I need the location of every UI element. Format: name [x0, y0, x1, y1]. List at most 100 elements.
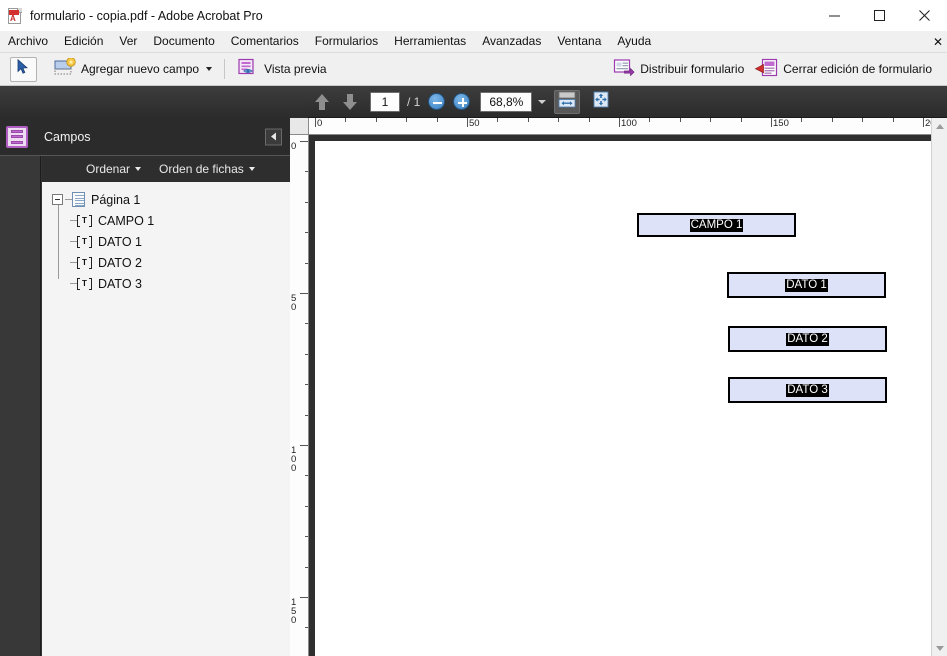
ruler-tick-major: [467, 118, 468, 127]
menu-item-ver[interactable]: Ver: [111, 32, 145, 51]
ruler-tick-minor: [740, 118, 742, 122]
ruler-label: 50: [291, 293, 297, 313]
form-field[interactable]: DATO 1: [727, 272, 886, 298]
fields-panel-title: Campos: [44, 129, 91, 144]
add-new-field-button[interactable]: Agregar nuevo campo: [49, 56, 217, 82]
form-field-label: CAMPO 1: [689, 218, 744, 232]
sort-button[interactable]: Ordenar: [86, 162, 142, 176]
ruler-tick-major: [300, 141, 308, 142]
collapse-node-icon[interactable]: [52, 194, 63, 205]
tree-item-label: DATO 2: [98, 255, 142, 270]
fields-panel-icon: [6, 125, 28, 148]
ruler-tick-minor: [588, 118, 590, 122]
window-controls: [812, 0, 947, 31]
close-form-editing-label: Cerrar edición de formulario: [783, 62, 932, 76]
form-edit-toolbar: Agregar nuevo campo Vista previa Distrib…: [0, 53, 947, 86]
ruler-tick-minor: [558, 118, 560, 122]
tree-item-campo-1[interactable]: T CAMPO 1: [42, 210, 290, 231]
menu-item-herramientas[interactable]: Herramientas: [386, 32, 474, 51]
maximize-button[interactable]: [857, 0, 902, 31]
fit-page-button[interactable]: [588, 90, 614, 114]
fit-width-button[interactable]: [554, 89, 581, 114]
menu-item-edicion[interactable]: Edición: [56, 32, 111, 51]
distribute-form-icon: [613, 58, 635, 81]
ruler-tick-minor: [862, 118, 864, 122]
text-field-icon: T: [77, 235, 92, 248]
text-field-icon: T: [77, 277, 92, 290]
vertical-scrollbar[interactable]: [931, 118, 947, 656]
close-form-editing-button[interactable]: Cerrar edición de formulario: [749, 56, 937, 82]
tree-item-pagina-1[interactable]: Página 1: [42, 189, 290, 210]
minimize-button[interactable]: [812, 0, 857, 31]
tree-item-label: DATO 3: [98, 276, 142, 291]
zoom-out-button[interactable]: [428, 93, 446, 110]
ruler-tick-minor: [497, 118, 499, 122]
close-form-editing-icon: [754, 58, 778, 81]
add-field-icon: [54, 56, 76, 81]
ruler-label: 150: [773, 118, 789, 129]
previous-page-button[interactable]: [311, 91, 333, 113]
tree-item-label: Página 1: [91, 192, 141, 207]
form-field[interactable]: DATO 2: [728, 326, 887, 352]
tree-item-dato-1[interactable]: T DATO 1: [42, 231, 290, 252]
close-document-icon[interactable]: ✕: [933, 36, 943, 48]
ruler-tick-minor: [345, 118, 347, 122]
ruler-tick-minor: [892, 118, 894, 122]
fields-tree: Página 1 T CAMPO 1 T DATO 1 T DATO 2 T D…: [42, 182, 290, 656]
tree-connector: [70, 262, 77, 263]
chevron-left-icon: [271, 132, 276, 141]
ruler-tick-minor: [436, 118, 438, 122]
ruler-tick-minor: [679, 118, 681, 122]
scroll-down-button[interactable]: [932, 640, 947, 656]
menu-item-avanzadas[interactable]: Avanzadas: [474, 32, 549, 51]
menu-item-ayuda[interactable]: Ayuda: [609, 32, 659, 51]
preview-button[interactable]: Vista previa: [232, 56, 331, 82]
form-field[interactable]: DATO 3: [728, 377, 887, 403]
ruler-tick-major: [619, 118, 620, 127]
selection-arrow-button[interactable]: [10, 56, 37, 82]
tree-item-label: DATO 1: [98, 234, 142, 249]
pdf-page[interactable]: CAMPO 1 DATO 1 DATO 2 DATO 3: [315, 141, 928, 656]
ruler-label: 100: [291, 445, 297, 474]
chevron-down-icon: [135, 167, 142, 171]
fit-page-icon: [592, 91, 610, 113]
vertical-ruler[interactable]: 0 50 100 150: [290, 135, 309, 656]
menu-item-ventana[interactable]: Ventana: [549, 32, 609, 51]
acrobat-window: A formulario - copia.pdf - Adobe Acrobat…: [0, 0, 947, 656]
next-page-button[interactable]: [339, 91, 361, 113]
fields-sort-bar: Ordenar Orden de fichas: [42, 156, 290, 182]
menu-item-archivo[interactable]: Archivo: [0, 32, 56, 51]
chevron-up-icon: [936, 123, 944, 129]
distribute-form-button[interactable]: Distribuir formulario: [608, 56, 749, 82]
scroll-up-button[interactable]: [932, 118, 947, 134]
page-number-input[interactable]: 1: [370, 91, 400, 112]
tab-order-button[interactable]: Orden de fichas: [159, 162, 255, 176]
page-icon: [72, 192, 85, 207]
ruler-tick-minor: [527, 118, 529, 122]
zoom-in-button[interactable]: [453, 93, 471, 110]
ruler-label: 50: [469, 118, 480, 129]
distribute-form-label: Distribuir formulario: [640, 62, 745, 76]
tree-item-dato-3[interactable]: T DATO 3: [42, 273, 290, 294]
zoom-dropdown-icon[interactable]: [538, 99, 547, 104]
close-button[interactable]: [902, 0, 947, 31]
zoom-level-input[interactable]: 68,8%: [480, 91, 533, 112]
selection-arrow-icon: [17, 58, 30, 79]
ruler-label: 150: [291, 597, 297, 626]
tree-item-dato-2[interactable]: T DATO 2: [42, 252, 290, 273]
fields-panel-body: Ordenar Orden de fichas Página 1 T CAMPO…: [0, 156, 290, 656]
chevron-down-icon[interactable]: [206, 67, 213, 71]
form-field-label: DATO 2: [786, 332, 829, 346]
horizontal-ruler[interactable]: 050100150200: [309, 118, 947, 135]
collapse-panel-button[interactable]: [265, 128, 282, 145]
ruler-tick-minor: [710, 118, 712, 122]
menu-item-comentarios[interactable]: Comentarios: [223, 32, 307, 51]
tab-order-label: Orden de fichas: [159, 162, 244, 176]
ruler-label: 0: [317, 118, 323, 129]
ruler-tick-minor: [649, 118, 651, 122]
menu-item-formularios[interactable]: Formularios: [307, 32, 386, 51]
form-field[interactable]: CAMPO 1: [637, 213, 796, 237]
menu-item-documento[interactable]: Documento: [145, 32, 222, 51]
ruler-tick-minor: [406, 118, 408, 122]
document-view: 050100150200 050100150 CAMPO 1DATO 1DATO…: [290, 118, 947, 656]
